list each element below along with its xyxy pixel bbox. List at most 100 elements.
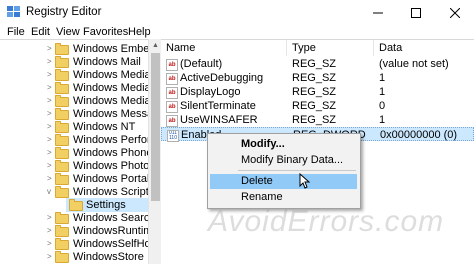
tree-item[interactable]: > Windows Embedde xyxy=(0,42,148,56)
tree-item-label: WindowsSelfHost xyxy=(73,238,148,250)
menu-view[interactable]: View xyxy=(56,26,80,39)
tree-item[interactable]: > Windows Portable xyxy=(0,172,148,186)
value-row[interactable]: ab DisplayLogo REG_SZ 1 xyxy=(161,85,474,99)
value-type: REG_SZ xyxy=(292,114,337,126)
folder-icon xyxy=(55,69,69,81)
value-name: DisplayLogo xyxy=(180,86,241,98)
value-name: (Default) xyxy=(180,58,223,70)
tree-item[interactable]: > Windows Photo Vie xyxy=(0,159,148,173)
folder-open-icon xyxy=(55,186,69,198)
expand-chevron-icon[interactable]: > xyxy=(47,107,52,121)
value-row[interactable]: ab (Default) REG_SZ (value not set) xyxy=(161,57,474,71)
tree-item-label: Windows Media Pl xyxy=(73,95,148,107)
expand-chevron-icon[interactable]: > xyxy=(47,94,52,108)
context-menu-rename[interactable]: Rename xyxy=(210,190,357,205)
folder-icon xyxy=(55,173,69,185)
tree-item[interactable]: > Windows Phone xyxy=(0,146,148,160)
context-menu-delete[interactable]: Delete xyxy=(210,174,357,189)
tree-item[interactable]: > Windows Messagin xyxy=(0,107,148,121)
tree-item-label: Windows Mail xyxy=(73,56,141,68)
expand-chevron-icon[interactable]: > xyxy=(47,146,52,160)
context-menu-modify[interactable]: Modify... xyxy=(210,137,357,152)
expand-chevron-icon[interactable]: > xyxy=(47,120,52,134)
tree-item[interactable]: v Windows Script Ho xyxy=(0,185,148,199)
tree-item[interactable]: > Windows Performa xyxy=(0,133,148,147)
expand-chevron-icon[interactable]: > xyxy=(47,68,52,82)
folder-icon xyxy=(55,43,69,55)
folder-icon xyxy=(55,225,69,237)
menu-file[interactable]: File xyxy=(7,26,25,39)
folder-icon xyxy=(55,108,69,120)
binary-value-icon: 011 110 xyxy=(167,130,179,142)
expand-chevron-icon[interactable]: > xyxy=(47,211,52,225)
string-value-icon: ab xyxy=(166,115,178,127)
value-row[interactable]: ab SilentTerminate REG_SZ 0 xyxy=(161,99,474,113)
string-value-icon: ab xyxy=(166,59,178,71)
menu-separator xyxy=(238,170,356,171)
expand-chevron-icon[interactable]: > xyxy=(47,172,52,186)
tree-item[interactable]: > Windows Media De xyxy=(0,68,148,82)
expand-chevron-icon[interactable]: > xyxy=(47,224,52,238)
tree-item-label: Windows Embedde xyxy=(73,43,148,55)
menu-edit[interactable]: Edit xyxy=(31,26,50,39)
tree-item[interactable]: > WindowsStore xyxy=(0,250,148,264)
tree-item-settings[interactable]: Settings xyxy=(66,198,148,212)
tree-item-label: Windows Script Ho xyxy=(73,186,148,198)
watermark: AvoidErrors.com xyxy=(208,205,445,238)
tree-item[interactable]: > Windows Media Pl xyxy=(0,94,148,108)
tree-item-label: Windows Media De xyxy=(73,69,148,81)
tree-item[interactable]: > Windows Mail xyxy=(0,55,148,69)
tree-item-label: Windows Phone xyxy=(73,147,148,159)
menu-help[interactable]: Help xyxy=(128,26,151,39)
string-value-icon: ab xyxy=(166,73,178,85)
title-bar: Registry Editor xyxy=(0,0,474,26)
tree-item[interactable]: > WindowsSelfHost xyxy=(0,237,148,251)
column-header-type[interactable]: Type xyxy=(287,40,374,56)
folder-icon xyxy=(55,134,69,146)
value-name: UseWINSAFER xyxy=(180,114,258,126)
folder-icon xyxy=(55,251,69,263)
expand-chevron-icon[interactable]: > xyxy=(47,55,52,69)
column-header-data[interactable]: Data xyxy=(374,40,474,56)
value-row[interactable]: ab UseWINSAFER REG_SZ 1 xyxy=(161,113,474,127)
folder-icon xyxy=(55,238,69,250)
value-name: SilentTerminate xyxy=(180,100,256,112)
value-data: 1 xyxy=(379,86,386,98)
tree-item-label: Windows Performa xyxy=(73,134,148,146)
expand-chevron-icon[interactable]: > xyxy=(47,250,52,264)
expand-chevron-icon[interactable]: > xyxy=(47,81,52,95)
tree-item-label: Windows Messagin xyxy=(73,108,148,120)
value-row[interactable]: ab ActiveDebugging REG_SZ 1 xyxy=(161,71,474,85)
collapse-chevron-icon[interactable]: v xyxy=(47,185,51,199)
column-header-name[interactable]: Name xyxy=(161,40,287,56)
folder-icon xyxy=(69,199,83,211)
value-data: 0 xyxy=(379,100,386,112)
expand-chevron-icon[interactable]: > xyxy=(47,133,52,147)
value-data: (value not set) xyxy=(379,58,449,70)
menu-favorites[interactable]: Favorites xyxy=(83,26,128,39)
registry-tree[interactable]: > Windows Embedde > Windows Mail > Windo… xyxy=(0,39,148,265)
expand-chevron-icon[interactable]: > xyxy=(47,237,52,251)
tree-item[interactable]: > Windows NT xyxy=(0,120,148,134)
value-type: REG_SZ xyxy=(292,100,337,112)
tree-item[interactable]: > Windows Search xyxy=(0,211,148,225)
tree-item[interactable]: > WindowsRuntime xyxy=(0,224,148,238)
tree-scrollbar[interactable]: ▲ xyxy=(148,39,162,264)
string-value-icon: ab xyxy=(166,101,178,113)
tree-item-label: Windows NT xyxy=(73,121,136,133)
tree-item-label: Windows Portable xyxy=(73,173,148,185)
folder-icon xyxy=(55,160,69,172)
scrollbar-thumb[interactable] xyxy=(151,53,160,201)
expand-chevron-icon[interactable]: > xyxy=(47,159,52,173)
minimize-icon[interactable] xyxy=(359,0,397,26)
folder-icon xyxy=(55,82,69,94)
tree-item[interactable]: > Windows Media Fo xyxy=(0,81,148,95)
maximize-icon[interactable] xyxy=(397,0,435,26)
value-name: ActiveDebugging xyxy=(180,72,264,84)
context-menu-modify-binary[interactable]: Modify Binary Data... xyxy=(210,153,357,168)
tree-item-label: Windows Photo Vie xyxy=(73,160,148,172)
tree-item-label: WindowsRuntime xyxy=(73,225,148,237)
close-icon[interactable] xyxy=(436,0,474,26)
value-type: REG_SZ xyxy=(292,58,337,70)
expand-chevron-icon[interactable]: > xyxy=(47,42,52,56)
